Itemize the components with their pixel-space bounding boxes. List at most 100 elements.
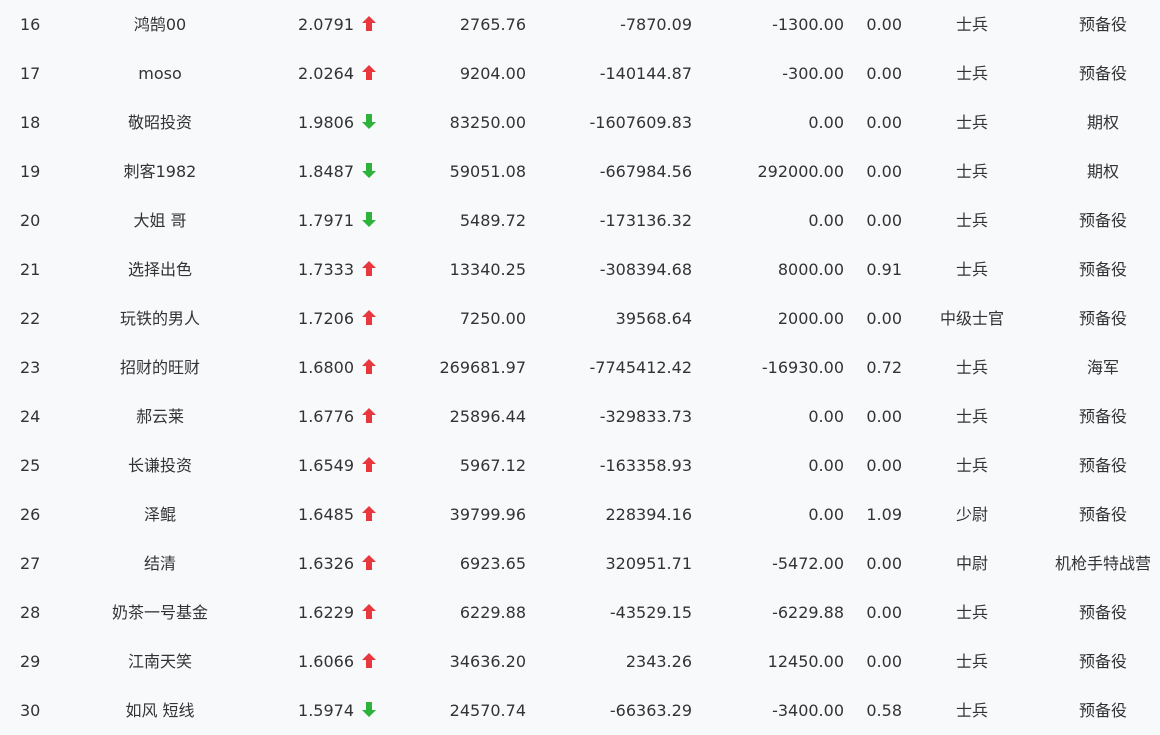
value-1-cell: 9204.00 (459, 64, 526, 83)
table-row[interactable]: 29 江南天笑 1.6066 34636.20 2343.26 12450.00 0.00 士… (0, 637, 1160, 686)
unit-cell: 预备役 (1078, 456, 1127, 475)
ratio-cell: 1.6485 (298, 505, 354, 524)
value-4-cell: 0.00 (866, 64, 902, 83)
value-3-cell: 0.00 (808, 407, 844, 426)
table-row[interactable]: 22 玩铁的男人 1.7206 7250.00 39568.64 2000.00 0.00 中… (0, 294, 1160, 343)
value-3-cell: -300.00 (782, 64, 844, 83)
value-2-cell: 320951.71 (605, 554, 692, 573)
value-3-cell: -1300.00 (772, 15, 844, 34)
value-1-cell: 59051.08 (449, 162, 526, 181)
value-3-cell: 0.00 (808, 211, 844, 230)
ratio-cell: 1.7206 (298, 309, 354, 328)
value-1-cell: 34636.20 (449, 652, 526, 671)
table-row[interactable]: 24 郝云莱 1.6776 25896.44 -329833.73 0.00 0.00 士兵 预… (0, 392, 1160, 441)
value-4-cell: 0.00 (866, 162, 902, 181)
ratio-cell: 1.8487 (298, 162, 354, 181)
rank-cell: 26 (20, 505, 41, 524)
value-4-cell: 0.00 (866, 554, 902, 573)
table-row[interactable]: 16 鸿鹄00 2.0791 2765.76 -7870.09 -1300.00 0.00 士… (0, 0, 1160, 49)
value-4-cell: 1.09 (866, 505, 902, 524)
level-cell: 士兵 (955, 456, 988, 475)
arrow-up-icon (362, 490, 382, 539)
value-4-cell: 0.00 (866, 603, 902, 622)
arrow-up-icon (362, 0, 382, 49)
level-cell: 士兵 (955, 113, 988, 132)
value-1-cell: 25896.44 (449, 407, 526, 426)
table-row[interactable]: 18 敬昭投资 1.9806 83250.00 -1607609.83 0.00 0.00 士… (0, 98, 1160, 147)
ratio-cell: 1.5974 (298, 701, 354, 720)
arrow-up-icon (362, 539, 382, 588)
value-4-cell: 0.00 (866, 407, 902, 426)
table-row[interactable]: 30 如风 短线 1.5974 24570.74 -66363.29 -3400.00 0.… (0, 686, 1160, 735)
value-3-cell: -3400.00 (772, 701, 844, 720)
unit-cell: 机枪手特战营 (1054, 554, 1151, 573)
value-1-cell: 269681.97 (439, 358, 526, 377)
rank-cell: 25 (20, 456, 41, 475)
rank-cell: 27 (20, 554, 41, 573)
ratio-cell: 1.9806 (298, 113, 354, 132)
value-2-cell: -667984.56 (599, 162, 692, 181)
unit-cell: 预备役 (1078, 64, 1127, 83)
rank-cell: 29 (20, 652, 41, 671)
value-2-cell: -308394.68 (599, 260, 692, 279)
level-cell: 士兵 (955, 652, 988, 671)
arrow-up-icon (362, 392, 382, 441)
value-1-cell: 83250.00 (449, 113, 526, 132)
arrow-down-icon (362, 98, 382, 147)
value-1-cell: 13340.25 (449, 260, 526, 279)
name-cell: 鸿鹄00 (133, 15, 187, 34)
table-row[interactable]: 26 泽鲲 1.6485 39799.96 228394.16 0.00 1.09 少尉 预备役 (0, 490, 1160, 539)
ratio-cell: 1.7971 (298, 211, 354, 230)
name-cell: 结清 (143, 554, 176, 573)
table-row[interactable]: 17 moso 2.0264 9204.00 -140144.87 -300.00 0.00… (0, 49, 1160, 98)
name-cell: 招财的旺财 (119, 358, 200, 377)
name-cell: 泽鲲 (143, 505, 176, 524)
table-row[interactable]: 25 长谦投资 1.6549 5967.12 -163358.93 0.00 0.00 士兵 预… (0, 441, 1160, 490)
value-2-cell: -66363.29 (609, 701, 692, 720)
value-1-cell: 6229.88 (459, 603, 526, 622)
value-2-cell: -7745412.42 (589, 358, 692, 377)
arrow-up-icon (362, 441, 382, 490)
table-row[interactable]: 28 奶茶一号基金 1.6229 6229.88 -43529.15 -6229.88 0.… (0, 588, 1160, 637)
level-cell: 中级士官 (939, 309, 1004, 328)
name-cell: 江南天笑 (127, 652, 192, 671)
value-3-cell: 8000.00 (777, 260, 844, 279)
value-3-cell: -5472.00 (772, 554, 844, 573)
arrow-up-icon (362, 588, 382, 637)
value-2-cell: -329833.73 (599, 407, 692, 426)
level-cell: 士兵 (955, 603, 988, 622)
level-cell: 士兵 (955, 701, 988, 720)
unit-cell: 海军 (1086, 358, 1119, 377)
rank-cell: 19 (20, 162, 41, 181)
table-row[interactable]: 27 结清 1.6326 6923.65 320951.71 -5472.00 0.00 中尉… (0, 539, 1160, 588)
rank-cell: 22 (20, 309, 41, 328)
unit-cell: 预备役 (1078, 309, 1127, 328)
value-2-cell: -173136.32 (599, 211, 692, 230)
value-2-cell: -1607609.83 (589, 113, 692, 132)
level-cell: 少尉 (955, 505, 988, 524)
rank-cell: 30 (20, 701, 41, 720)
table-row[interactable]: 20 大姐 哥 1.7971 5489.72 -173136.32 0.00 0.00 士兵 预… (0, 196, 1160, 245)
rank-cell: 20 (20, 211, 41, 230)
name-cell: 奶茶一号基金 (111, 603, 208, 622)
level-cell: 士兵 (955, 260, 988, 279)
name-cell: 如风 短线 (125, 701, 195, 720)
ratio-cell: 1.6776 (298, 407, 354, 426)
value-3-cell: -6229.88 (772, 603, 844, 622)
level-cell: 士兵 (955, 407, 988, 426)
ratio-cell: 1.6800 (298, 358, 354, 377)
value-3-cell: 0.00 (808, 113, 844, 132)
rank-cell: 17 (20, 64, 41, 83)
value-2-cell: 39568.64 (615, 309, 692, 328)
value-4-cell: 0.00 (866, 113, 902, 132)
level-cell: 中尉 (955, 554, 988, 573)
level-cell: 士兵 (955, 358, 988, 377)
level-cell: 士兵 (955, 162, 988, 181)
table-row[interactable]: 23 招财的旺财 1.6800 269681.97 -7745412.42 -16930.… (0, 343, 1160, 392)
value-3-cell: 292000.00 (757, 162, 844, 181)
unit-cell: 预备役 (1078, 407, 1127, 426)
value-3-cell: 2000.00 (777, 309, 844, 328)
rank-cell: 24 (20, 407, 41, 426)
table-row[interactable]: 21 选择出色 1.7333 13340.25 -308394.68 8000.00 0.9… (0, 245, 1160, 294)
table-row[interactable]: 19 刺客1982 1.8487 59051.08 -667984.56 292000.0… (0, 147, 1160, 196)
